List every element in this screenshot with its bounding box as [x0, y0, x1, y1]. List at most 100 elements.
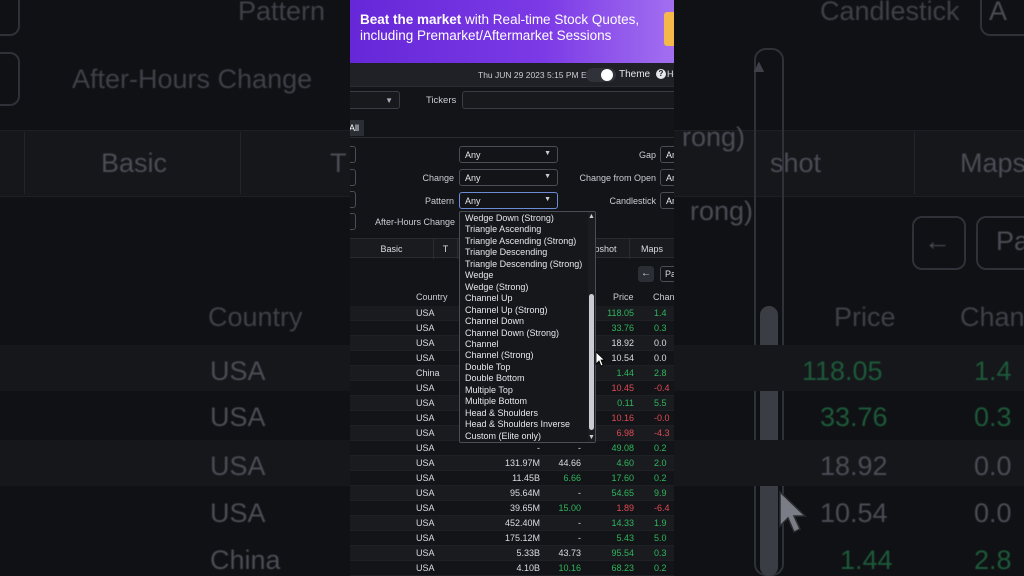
bg-candlestick-label: Candlestick	[820, 0, 960, 26]
pattern-option[interactable]: Double Top	[465, 362, 510, 372]
scroll-up-icon[interactable]: ▲	[588, 213, 595, 220]
pattern-option[interactable]: Wedge	[465, 270, 493, 280]
filter-select-stub[interactable]	[350, 213, 356, 230]
help-link[interactable]: He	[667, 69, 674, 79]
table-row[interactable]: USA 95.64M - 54.65 9.9	[350, 486, 674, 501]
pattern-option[interactable]: Channel Up	[465, 293, 513, 303]
candlestick-select[interactable]: An	[660, 192, 674, 209]
pattern-option[interactable]: Channel Down	[465, 316, 524, 326]
table-row[interactable]: USA 5.33B 43.73 95.54 0.3	[350, 546, 674, 561]
filter-select-stub[interactable]	[350, 169, 356, 186]
header-price[interactable]: Price	[613, 292, 634, 302]
table-row[interactable]: USA 175.12M - 5.43 5.0	[350, 531, 674, 546]
market-cap-cell: 452.40M	[504, 518, 540, 528]
table-row[interactable]: USA 4.10B 10.16 68.23 0.2	[350, 561, 674, 576]
pattern-option[interactable]: Wedge (Strong)	[465, 282, 528, 292]
table-row[interactable]: USA 452.40M - 14.33 1.9	[350, 516, 674, 531]
rsi-select[interactable]: Any ▼	[459, 146, 558, 163]
pattern-select[interactable]: Any ▼	[459, 192, 558, 209]
pattern-option[interactable]: Head & Shoulders	[465, 408, 538, 418]
tickers-input[interactable]	[462, 91, 674, 109]
market-cap-cell: 4.10B	[516, 563, 540, 573]
country-cell: USA	[416, 458, 435, 468]
market-cap-cell: 95.64M	[509, 488, 540, 498]
pattern-option[interactable]: Triangle Descending (Strong)	[465, 259, 582, 269]
scroll-down-icon[interactable]: ▼	[588, 434, 595, 441]
country-cell: USA	[416, 518, 435, 528]
bg-snapshot-tab: shot	[770, 148, 822, 178]
dropdown-scroll-thumb[interactable]	[589, 294, 594, 430]
change-cell: 0.2	[654, 563, 667, 573]
table-row[interactable]: USA 131.97M 44.66 4.60 2.0	[350, 456, 674, 471]
chevron-down-icon: ▼	[544, 150, 551, 157]
pe-cell: 15.00	[558, 503, 581, 513]
ad-headline-rest: with Real-time Stock Quotes,	[461, 12, 640, 27]
header-change[interactable]: Chan	[653, 292, 674, 302]
country-cell: USA	[416, 473, 435, 483]
pattern-option[interactable]: Multiple Bottom	[465, 396, 527, 406]
pattern-option[interactable]: Triangle Descending	[465, 247, 547, 257]
bg-t-tab: T	[330, 148, 347, 178]
tab-technical[interactable]: T	[434, 239, 458, 259]
pattern-option[interactable]: Channel Down (Strong)	[465, 328, 559, 338]
country-cell: USA	[416, 323, 435, 333]
change-cell: 0.0	[654, 353, 667, 363]
theme-toggle[interactable]	[586, 68, 616, 82]
filter-tabs: All	[350, 118, 674, 138]
country-cell: USA	[416, 503, 435, 513]
table-row[interactable]: USA 11.45B 6.66 17.60 0.2	[350, 471, 674, 486]
price-cell: 33.76	[611, 323, 634, 333]
bg-price: 18.92	[820, 451, 888, 481]
chevron-down-icon: ▼	[544, 173, 551, 180]
order-select[interactable]: ▼	[350, 91, 400, 109]
pattern-option[interactable]: Triangle Ascending	[465, 224, 541, 234]
help-icon[interactable]: ?	[656, 69, 666, 79]
pattern-option[interactable]: Wedge Down (Strong)	[465, 213, 554, 223]
filter-select-stub[interactable]	[350, 191, 356, 208]
change-cell: 0.3	[654, 548, 667, 558]
top-bar: Thu JUN 29 2023 5:15 PM ET Theme ? He	[350, 63, 674, 87]
pattern-option[interactable]: Custom (Elite only)	[465, 431, 541, 441]
ad-text: Beat the market with Real-time Stock Quo…	[360, 12, 660, 44]
pattern-option[interactable]: Channel (Strong)	[465, 350, 534, 360]
change-select[interactable]: Any ▼	[459, 169, 558, 186]
pattern-option[interactable]: Double Bottom	[465, 373, 525, 383]
bg-price: 33.76	[820, 402, 888, 432]
pattern-dropdown-list[interactable]: Wedge Down (Strong) Triangle Ascending Tri…	[459, 211, 596, 443]
table-row[interactable]: USA - - 49.08 0.2	[350, 441, 674, 456]
table-row[interactable]: USA 39.65M 15.00 1.89 -6.4	[350, 501, 674, 516]
change-cell: 1.9	[654, 518, 667, 528]
header-country[interactable]: Country	[416, 292, 448, 302]
pattern-option[interactable]: Channel Up (Strong)	[465, 305, 548, 315]
country-cell: USA	[416, 338, 435, 348]
pattern-option[interactable]: Head & Shoulders Inverse	[465, 419, 570, 429]
pattern-option[interactable]: Channel	[465, 339, 499, 349]
bg-change: 2.8	[974, 545, 1012, 575]
ad-cta-button[interactable]	[664, 12, 674, 46]
change-cell: -4.3	[654, 428, 670, 438]
theme-label[interactable]: Theme	[619, 69, 650, 80]
bg-row-country: USA	[210, 402, 266, 432]
gap-select[interactable]: An	[660, 146, 674, 163]
gap-label: Gap	[638, 150, 656, 160]
pattern-option[interactable]: Multiple Top	[465, 385, 513, 395]
change-cell: 2.0	[654, 458, 667, 468]
candlestick-label: Candlestick	[609, 196, 656, 206]
bg-change: 0.0	[974, 498, 1012, 528]
filter-select-stub[interactable]	[350, 146, 356, 163]
ad-banner[interactable]: Beat the market with Real-time Stock Quo…	[350, 0, 674, 63]
pattern-option[interactable]: Triangle Ascending (Strong)	[465, 236, 576, 246]
bg-row-country: USA	[210, 451, 266, 481]
prev-page-button[interactable]: ←	[638, 266, 654, 282]
market-cap-cell: 39.65M	[509, 503, 540, 513]
country-cell: China	[416, 368, 440, 378]
page-select[interactable]: Pa	[660, 266, 674, 282]
change-cell: 0.2	[654, 443, 667, 453]
tab-basic[interactable]: Basic	[350, 239, 434, 259]
bg-strong-text: rong)	[690, 196, 754, 226]
bg-change: 0.3	[974, 402, 1012, 432]
tab-maps[interactable]: Maps	[630, 239, 674, 259]
change-open-select[interactable]: An	[660, 169, 674, 186]
tab-all[interactable]: All	[350, 120, 364, 136]
country-cell: USA	[416, 383, 435, 393]
